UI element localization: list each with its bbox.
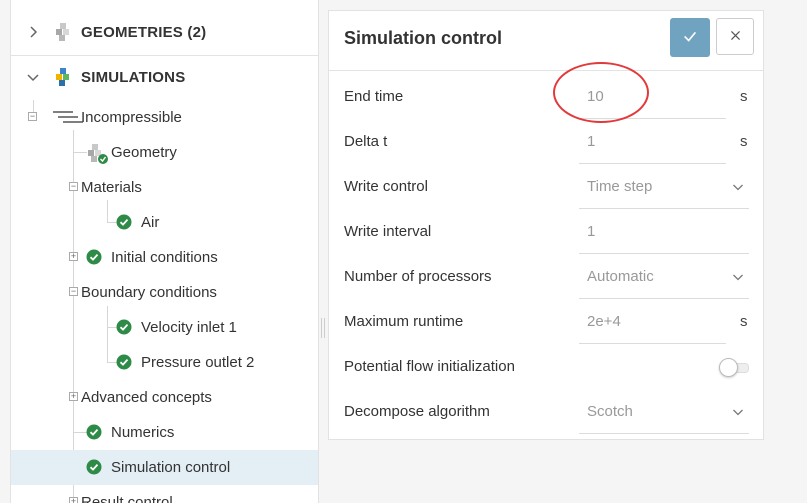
simulation-control-panel: Simulation control End time 10 s Delta t… (328, 10, 764, 440)
collapse-toggle[interactable]: − (69, 182, 78, 191)
tree-node-label: Materials (81, 179, 142, 196)
chevron-down-icon[interactable] (732, 271, 744, 283)
tree-node-label: Numerics (111, 424, 175, 441)
field-label: Maximum runtime (344, 313, 464, 330)
tree-node-result-control[interactable]: + Result control (11, 485, 318, 503)
field-potential-flow-initialization: Potential flow initialization (329, 344, 763, 389)
simulation-tree: GEOMETRIES (2) SIMULATIONS − Incompressi… (10, 0, 319, 503)
field-label: End time (344, 88, 404, 105)
annotation-highlight-circle (553, 62, 649, 123)
tree-node-label: Result control (81, 494, 173, 503)
unit-label: s (740, 313, 748, 330)
field-end-time: End time 10 s (329, 74, 763, 119)
field-label: Write control (344, 178, 428, 195)
tree-node-label: Air (141, 214, 160, 231)
panel-resize-handle[interactable] (320, 318, 326, 340)
tree-node-label: Incompressible (81, 109, 182, 126)
simulation-cubes-icon (56, 68, 69, 86)
field-label: Number of processors (344, 268, 492, 285)
write-interval-input[interactable]: 1 (587, 223, 595, 240)
check-circle-icon (116, 354, 132, 370)
field-number-of-processors: Number of processors Automatic (329, 254, 763, 299)
tree-node-label: Geometry (111, 144, 177, 161)
chevron-right-icon[interactable] (25, 24, 41, 40)
geometry-check-icon (88, 144, 108, 164)
chevron-down-icon[interactable] (732, 181, 744, 193)
tree-node-simulation-control[interactable]: Simulation control (11, 450, 318, 485)
tree-node-advanced-concepts[interactable]: + Advanced concepts (11, 380, 318, 415)
field-label: Potential flow initialization (344, 358, 515, 375)
geometry-cubes-icon (56, 23, 69, 41)
write-control-select[interactable]: Time step (587, 178, 652, 195)
maximum-runtime-input[interactable]: 2e+4 (587, 313, 621, 330)
field-label: Decompose algorithm (344, 403, 490, 420)
check-circle-icon (86, 424, 102, 440)
field-label: Write interval (344, 223, 432, 240)
expand-toggle[interactable]: + (69, 252, 78, 261)
tree-node-pressure-outlet[interactable]: Pressure outlet 2 (11, 345, 318, 380)
tree-node-air[interactable]: Air (11, 205, 318, 240)
unit-label: s (740, 133, 748, 150)
field-delta-t: Delta t 1 s (329, 119, 763, 164)
panel-title: Simulation control (344, 28, 503, 48)
tree-node-initial-conditions[interactable]: + Initial conditions (11, 240, 318, 275)
chevron-down-icon[interactable] (732, 406, 744, 418)
simulations-label: SIMULATIONS (81, 68, 186, 86)
check-circle-icon (116, 214, 132, 230)
field-write-control: Write control Time step (329, 164, 763, 209)
tree-node-velocity-inlet[interactable]: Velocity inlet 1 (11, 310, 318, 345)
field-label: Delta t (344, 133, 388, 150)
tree-node-incompressible[interactable]: − Incompressible (11, 100, 318, 135)
tree-node-materials[interactable]: − Materials (11, 170, 318, 205)
tree-node-label: Initial conditions (111, 249, 218, 266)
unit-label: s (740, 88, 748, 105)
decompose-algorithm-select[interactable]: Scotch (587, 403, 633, 420)
checkmark-icon (684, 31, 697, 42)
tree-node-geometry[interactable]: Geometry (11, 135, 318, 170)
tree-node-label: Velocity inlet 1 (141, 319, 237, 336)
tree-node-label: Simulation control (111, 459, 231, 476)
expand-toggle[interactable]: + (69, 497, 78, 503)
tree-node-label: Advanced concepts (81, 389, 212, 406)
geometries-section-row[interactable]: GEOMETRIES (2) (11, 10, 318, 54)
check-circle-icon (86, 459, 102, 475)
simulations-section-row[interactable]: SIMULATIONS (11, 55, 318, 99)
field-maximum-runtime: Maximum runtime 2e+4 s (329, 299, 763, 344)
close-icon (730, 30, 740, 40)
confirm-button[interactable] (670, 18, 710, 57)
geometries-label: GEOMETRIES (2) (81, 23, 207, 41)
close-button[interactable] (716, 18, 754, 55)
tree-node-boundary-conditions[interactable]: − Boundary conditions (11, 275, 318, 310)
potential-flow-toggle[interactable] (719, 358, 749, 377)
tree-node-label: Boundary conditions (81, 284, 217, 301)
processors-select[interactable]: Automatic (587, 268, 654, 285)
field-write-interval: Write interval 1 (329, 209, 763, 254)
input-underline (579, 433, 749, 434)
expand-toggle[interactable]: + (69, 392, 78, 401)
collapse-toggle[interactable]: − (28, 112, 37, 121)
chevron-down-icon[interactable] (25, 69, 41, 85)
header-divider (329, 70, 763, 71)
field-decompose-algorithm: Decompose algorithm Scotch (329, 389, 763, 434)
tree-node-numerics[interactable]: Numerics (11, 415, 318, 450)
check-circle-icon (86, 249, 102, 265)
check-circle-icon (116, 319, 132, 335)
delta-t-input[interactable]: 1 (587, 133, 595, 150)
tree-node-label: Pressure outlet 2 (141, 354, 255, 371)
collapse-toggle[interactable]: − (69, 287, 78, 296)
